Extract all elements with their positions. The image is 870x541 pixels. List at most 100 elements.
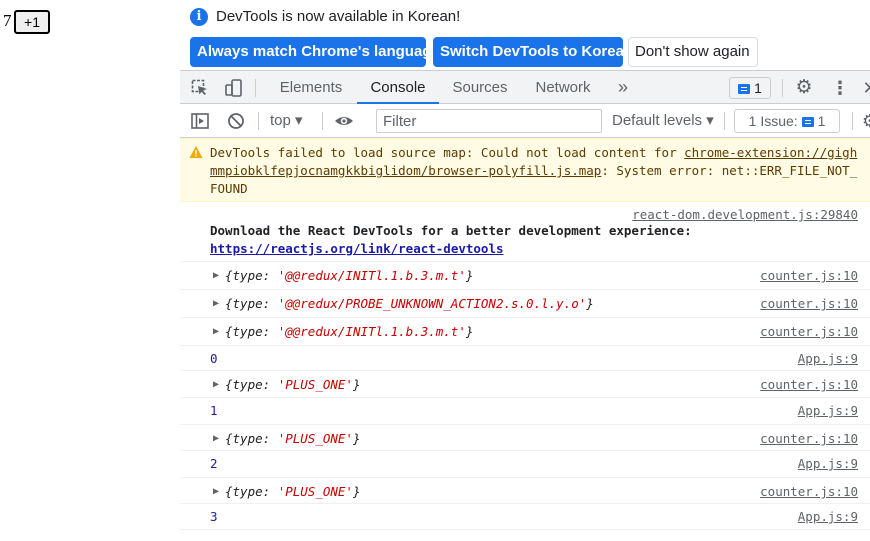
console-entry: 0 App.js:9: [180, 346, 870, 371]
message-source-link[interactable]: App.js:9: [798, 351, 858, 366]
gear-icon[interactable]: ⚙: [860, 111, 870, 131]
colon: :: [262, 431, 278, 446]
logged-number: 2: [210, 456, 218, 471]
issues-badge[interactable]: 1: [729, 77, 771, 99]
always-match-language-button[interactable]: Always match Chrome's language: [190, 37, 440, 67]
brace: }: [586, 296, 594, 311]
context-selector[interactable]: top ▾: [270, 110, 303, 132]
object-value: '@@redux/PROBE_UNKNOWN_ACTION2.s.0.l.y.o…: [277, 296, 587, 311]
sidebar-toggle-icon[interactable]: [190, 111, 210, 131]
warning-message: DevTools failed to load source map: Coul…: [180, 138, 870, 202]
switch-to-korean-button[interactable]: Switch DevTools to Korean: [433, 37, 633, 67]
colon: :: [262, 268, 278, 283]
console-entry: 3 App.js:9: [180, 504, 870, 530]
console-entry: 1 App.js:9: [180, 398, 870, 425]
console-entry: 2 App.js:9: [180, 451, 870, 478]
colon: :: [262, 296, 278, 311]
issues-counter-label: 1 Issue:: [748, 113, 798, 129]
issues-badge-count: 1: [754, 80, 762, 96]
tab-sources[interactable]: Sources: [446, 71, 514, 104]
logged-object[interactable]: {type: '@@redux/PROBE_UNKNOWN_ACTION2.s.…: [225, 296, 594, 311]
expand-arrow-icon[interactable]: ▶: [213, 379, 219, 390]
expand-arrow-icon[interactable]: ▶: [213, 486, 219, 497]
devtools-tabbar: Elements Console Sources Network » 1 ⚙ ⋮…: [180, 70, 870, 104]
message-source-link[interactable]: App.js:9: [798, 509, 858, 524]
message-icon: [801, 117, 814, 127]
issues-counter-button[interactable]: 1 Issue: 1: [734, 109, 840, 133]
filter-input[interactable]: [376, 109, 602, 133]
expand-arrow-icon[interactable]: ▶: [213, 433, 219, 444]
toolbar-divider: [782, 79, 783, 97]
expand-arrow-icon[interactable]: ▶: [213, 298, 219, 309]
inspect-element-icon[interactable]: [190, 78, 210, 98]
logged-object[interactable]: {type: 'PLUS_ONE'}: [225, 431, 361, 446]
device-toolbar-icon[interactable]: [224, 78, 244, 98]
object-key: type: [232, 484, 263, 499]
message-source-link[interactable]: counter.js:10: [760, 268, 858, 283]
console-entry: ▶ {type: '@@redux/PROBE_UNKNOWN_ACTION2.s…: [180, 290, 870, 318]
object-value: 'PLUS_ONE': [277, 431, 353, 446]
message-source-link[interactable]: counter.js:10: [760, 324, 858, 339]
console-entry: ▶ {type: 'PLUS_ONE'} counter.js:10: [180, 478, 870, 504]
toolbar-divider: [255, 79, 256, 97]
toolbar-divider: [258, 112, 259, 130]
brace: {: [225, 431, 233, 446]
object-value: '@@redux/INITl.1.b.3.m.t': [277, 324, 466, 339]
plus-one-button[interactable]: +1: [14, 10, 50, 34]
logged-object[interactable]: {type: '@@redux/INITl.1.b.3.m.t'}: [225, 324, 473, 339]
object-key: type: [232, 324, 263, 339]
logged-object[interactable]: {type: '@@redux/INITl.1.b.3.m.t'}: [225, 268, 473, 283]
toolbar-divider: [322, 112, 323, 130]
message-source-link[interactable]: App.js:9: [798, 403, 858, 418]
dropdown-arrow-icon: ▾: [295, 112, 303, 129]
expand-arrow-icon[interactable]: ▶: [213, 326, 219, 337]
toolbar-divider: [852, 112, 853, 130]
brace: }: [352, 377, 361, 392]
message-source-link[interactable]: counter.js:10: [760, 296, 858, 311]
eye-icon[interactable]: [334, 111, 354, 131]
issues-counter-count: 1: [817, 113, 826, 129]
clear-console-icon[interactable]: [226, 111, 246, 131]
react-devtools-link[interactable]: https://reactjs.org/link/react-devtools: [210, 241, 504, 256]
console-entry: ▶ {type: 'PLUS_ONE'} counter.js:10: [180, 371, 870, 398]
tab-network[interactable]: Network: [527, 71, 599, 104]
object-value: 'PLUS_ONE': [277, 484, 353, 499]
infobar-message: DevTools is now available in Korean!: [216, 8, 461, 25]
message-source-link[interactable]: counter.js:10: [760, 484, 858, 499]
log-levels-label: Default levels: [612, 112, 703, 129]
object-key: type: [232, 377, 263, 392]
counter-value: 7: [3, 11, 12, 30]
warning-icon: [189, 146, 203, 158]
colon: :: [262, 324, 278, 339]
tab-elements[interactable]: Elements: [272, 71, 350, 104]
console-entry: ▶ {type: '@@redux/INITl.1.b.3.m.t'} counte…: [180, 318, 870, 346]
kebab-menu-icon[interactable]: ⋮: [830, 78, 850, 98]
console-entry: ▶ {type: '@@redux/INITl.1.b.3.m.t'} counte…: [180, 262, 870, 290]
more-tabs-chevron-icon[interactable]: »: [612, 71, 634, 104]
toolbar-divider: [724, 112, 725, 130]
message-icon: [738, 84, 751, 94]
brace: {: [225, 268, 233, 283]
warning-text-start: DevTools failed to load source map: Coul…: [210, 145, 685, 160]
message-source-link[interactable]: counter.js:10: [760, 377, 858, 392]
close-icon[interactable]: ✕: [860, 78, 870, 98]
inspected-page: 7 +1: [0, 0, 180, 541]
logged-object[interactable]: {type: 'PLUS_ONE'}: [225, 484, 361, 499]
language-infobar: i DevTools is now available in Korean! A…: [180, 0, 870, 70]
gear-icon[interactable]: ⚙: [794, 78, 814, 98]
log-levels-dropdown[interactable]: Default levels ▾: [612, 110, 714, 132]
message-source-link[interactable]: counter.js:10: [760, 431, 858, 446]
message-source-link[interactable]: react-dom.development.js:29840: [632, 207, 858, 222]
logged-number: 0: [210, 351, 218, 366]
tab-console[interactable]: Console: [357, 71, 439, 104]
message-source-link[interactable]: App.js:9: [798, 456, 858, 471]
dont-show-again-button[interactable]: Don't show again: [628, 37, 758, 67]
info-icon: i: [190, 8, 208, 26]
brace: {: [225, 324, 233, 339]
react-message-body: Download the React DevTools for a better…: [210, 223, 692, 238]
react-message-text: Download the React DevTools for a better…: [210, 222, 862, 258]
warning-text: DevTools failed to load source map: Coul…: [210, 144, 860, 198]
expand-arrow-icon[interactable]: ▶: [213, 270, 219, 281]
logged-object[interactable]: {type: 'PLUS_ONE'}: [225, 377, 361, 392]
colon: :: [262, 484, 278, 499]
